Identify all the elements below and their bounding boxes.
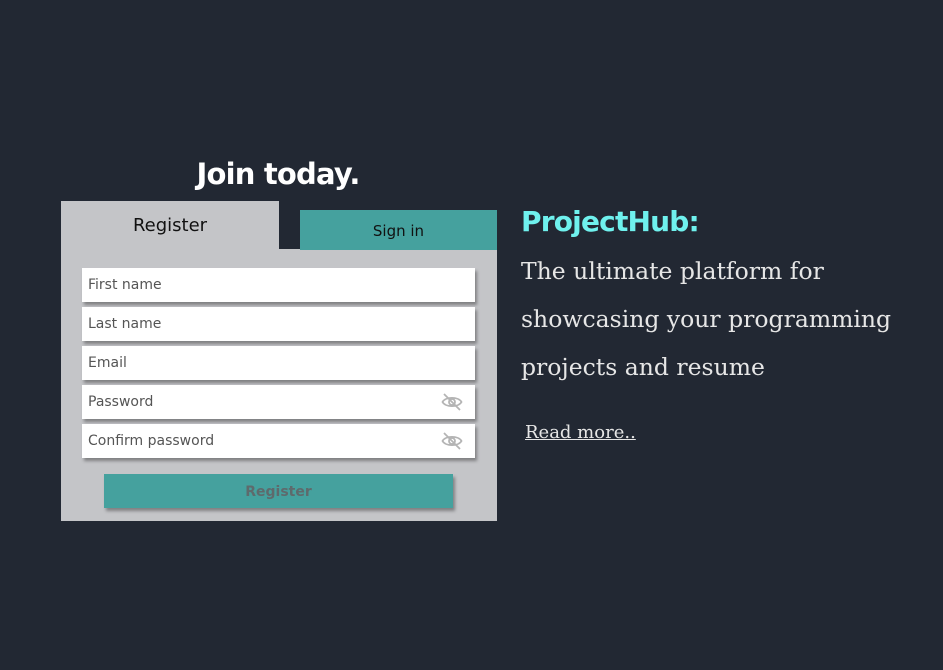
password-field[interactable] bbox=[82, 385, 475, 419]
tagline: The ultimate platform for showcasing you… bbox=[521, 257, 892, 381]
auth-panel: Register Sign in Register bbox=[61, 201, 497, 521]
eye-slash-icon[interactable] bbox=[441, 392, 463, 412]
confirm-password-input[interactable] bbox=[82, 424, 428, 458]
last-name-input[interactable] bbox=[82, 307, 428, 341]
last-name-field[interactable] bbox=[82, 307, 475, 341]
confirm-password-field[interactable] bbox=[82, 424, 475, 458]
email-field[interactable] bbox=[82, 346, 475, 380]
tab-sign-in[interactable]: Sign in bbox=[300, 210, 497, 250]
email-input[interactable] bbox=[82, 346, 428, 380]
tab-register[interactable]: Register bbox=[61, 201, 279, 251]
join-heading: Join today. bbox=[196, 157, 360, 191]
read-more-link[interactable]: Read more.. bbox=[525, 418, 636, 448]
first-name-field[interactable] bbox=[82, 268, 475, 302]
brand-title: ProjectHub: bbox=[521, 205, 700, 238]
register-button[interactable]: Register bbox=[104, 474, 453, 508]
password-input[interactable] bbox=[82, 385, 428, 419]
first-name-input[interactable] bbox=[82, 268, 428, 302]
eye-slash-icon[interactable] bbox=[441, 431, 463, 451]
